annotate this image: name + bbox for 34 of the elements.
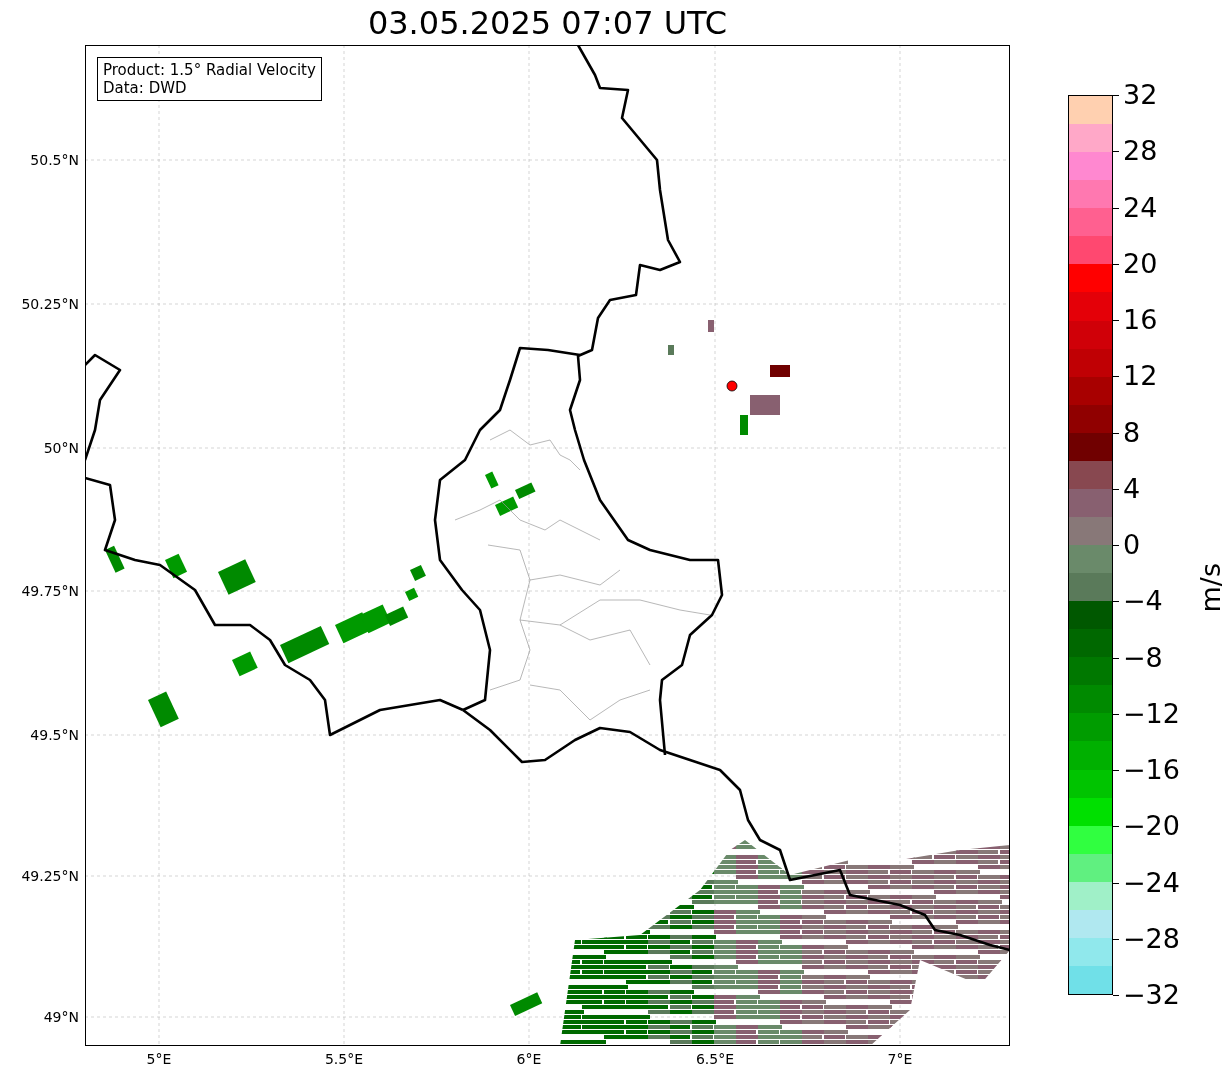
scale-tick-label: 16 bbox=[1123, 305, 1158, 335]
legend-text: Data: DWD bbox=[103, 79, 188, 97]
scale-tick-label: 28 bbox=[1123, 136, 1158, 167]
latitude-label: 50.5°N bbox=[30, 152, 79, 168]
scale-tick-label: 32 bbox=[1123, 80, 1158, 110]
latitude-label: 49.25°N bbox=[21, 868, 79, 884]
scale-tick-label: 8 bbox=[1123, 417, 1141, 448]
scale-tick-label: 24 bbox=[1123, 192, 1158, 223]
legend-text: Product: 1.5° Radial Velocity bbox=[103, 61, 316, 79]
latitude-label: 49.5°N bbox=[30, 727, 79, 743]
longitude-label: 5°E bbox=[146, 1051, 172, 1067]
radar-site-marker bbox=[726, 380, 738, 392]
scale-tick-label: −20 bbox=[1123, 811, 1180, 842]
scale-tick-label: −4 bbox=[1123, 586, 1163, 617]
scale-tick-label: −16 bbox=[1123, 755, 1180, 785]
latitude-label: 50°N bbox=[43, 440, 79, 456]
latitude-label: 49°N bbox=[43, 1009, 79, 1025]
scale-tick-label: 0 bbox=[1123, 530, 1141, 560]
scale-tick-label: 20 bbox=[1123, 248, 1158, 279]
scale-tick-label: −32 bbox=[1123, 980, 1180, 1010]
scale-tick-label: 12 bbox=[1123, 361, 1158, 392]
longitude-label: 6.5°E bbox=[695, 1051, 735, 1067]
longitude-label: 7°E bbox=[887, 1051, 913, 1067]
scale-tick-label: −12 bbox=[1123, 698, 1180, 729]
latitude-label: 50.25°N bbox=[21, 296, 79, 312]
chart-title: 03.05.2025 07:07 UTC bbox=[366, 2, 729, 44]
longitude-label: 5.5°E bbox=[324, 1051, 364, 1067]
latitude-label: 49.75°N bbox=[21, 583, 79, 599]
longitude-label: 6°E bbox=[516, 1051, 542, 1067]
scale-tick-label: −8 bbox=[1123, 642, 1163, 673]
scale-tick-label: −28 bbox=[1123, 923, 1180, 954]
scale-unit-label: m/s bbox=[1195, 563, 1225, 613]
scale-tick-label: −24 bbox=[1123, 867, 1180, 898]
scale-tick-label: 4 bbox=[1123, 473, 1141, 504]
